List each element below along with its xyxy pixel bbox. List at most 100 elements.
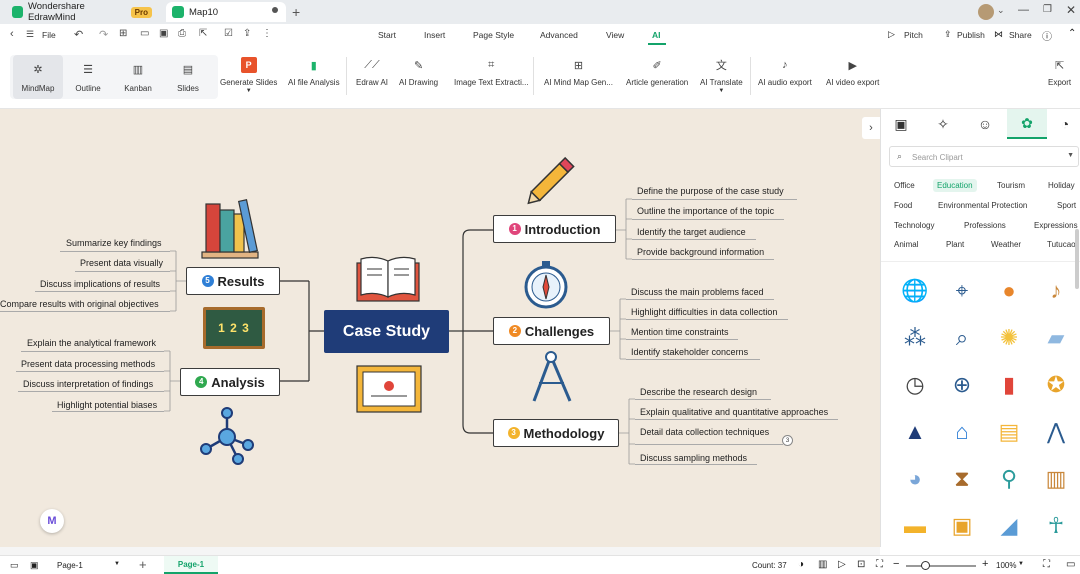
page-selector[interactable]: Page-1 ▼ [52, 559, 122, 572]
play-icon[interactable]: ▷ [838, 559, 846, 570]
zoom-level[interactable]: 100% [996, 561, 1016, 570]
unsaved-dot-icon[interactable] [272, 7, 278, 13]
books-icon[interactable] [200, 198, 264, 260]
panel-tab-clipart[interactable]: ✿ [1007, 109, 1047, 139]
subtopic[interactable]: Describe the research design [640, 387, 757, 397]
school-icon[interactable]: ⌂ [947, 417, 977, 447]
panel-scrollbar[interactable] [1075, 229, 1079, 289]
subtopic[interactable]: Explain qualitative and quantitative app… [640, 407, 828, 417]
menu-start[interactable]: Start [378, 30, 396, 40]
export-small-icon[interactable]: ⇱ [199, 28, 207, 39]
zoom-in-icon[interactable]: + [982, 558, 988, 570]
app-tab[interactable]: Wondershare EdrawMind Pro [6, 1, 158, 23]
search-dropdown-icon[interactable]: ▼ [1067, 152, 1074, 159]
telescope-icon[interactable]: ⌖ [947, 276, 977, 306]
close-window-icon[interactable]: ✕ [1066, 3, 1076, 17]
category-education[interactable]: Education [933, 179, 977, 192]
subtopic[interactable]: Explain the analytical framework [27, 338, 156, 348]
print-icon[interactable]: ⎙ [178, 28, 186, 39]
window-mode-icon[interactable]: ▭ [1066, 559, 1075, 570]
subtopic[interactable]: Discuss implications of results [40, 279, 160, 289]
molecule-icon[interactable]: ⁂ [900, 323, 930, 353]
panel-tab-history[interactable]: ◔ [1049, 109, 1080, 139]
menu-advanced[interactable]: Advanced [540, 30, 578, 40]
lightbulb-icon[interactable]: ✺ [994, 323, 1024, 353]
article-generation-button[interactable]: ✐ Article generation [626, 57, 688, 88]
globe-icon[interactable]: 🌐 [900, 276, 930, 306]
figure-icon[interactable]: ☥ [1041, 511, 1071, 541]
menu-insert[interactable]: Insert [424, 30, 445, 40]
subtopic[interactable]: Summarize key findings [66, 238, 162, 248]
panel-tab-marks[interactable]: ☺ [965, 109, 1005, 139]
ai-file-analysis-button[interactable]: ▮ AI file Analysis [288, 57, 340, 88]
category-animal[interactable]: Animal [894, 240, 918, 249]
kanban-view-button[interactable]: ▥ Kanban [113, 55, 163, 99]
graduation-cap-icon[interactable]: ▲ [900, 417, 930, 447]
subtopic[interactable]: Present data visually [80, 258, 163, 268]
subtopic[interactable]: Highlight difficulties in data collectio… [631, 307, 777, 317]
ai-mindmap-gen-button[interactable]: ⊞ AI Mind Map Gen... [544, 57, 613, 88]
page-view-icon[interactable]: ▣ [30, 560, 39, 571]
collapsed-count-badge[interactable]: 3 [782, 435, 793, 446]
new-tab-icon[interactable]: + [292, 4, 300, 20]
subtopic[interactable]: Highlight potential biases [57, 400, 157, 410]
menu-ai[interactable]: AI [652, 30, 661, 40]
central-topic[interactable]: Case Study [324, 310, 449, 353]
generate-slides-button[interactable]: P Generate Slides ▼ [220, 57, 277, 94]
category-plant[interactable]: Plant [946, 240, 964, 249]
subtopic[interactable]: Define the purpose of the case study [637, 186, 784, 196]
edraw-ai-button[interactable]: ⟋⟋ Edraw AI [356, 57, 388, 88]
subtopic[interactable]: Identify stakeholder concerns [631, 347, 748, 357]
topic-introduction[interactable]: 1 Introduction [493, 215, 616, 243]
notebook-icon[interactable]: ▣ [947, 511, 977, 541]
utility-knife-icon[interactable]: ◢ [994, 511, 1024, 541]
basketball-icon[interactable]: ● [994, 276, 1024, 306]
ai-translate-button[interactable]: 文 AI Translate ▼ [700, 57, 743, 94]
help-icon[interactable]: ⓘ [1042, 28, 1052, 43]
slides-view-button[interactable]: ▤ Slides [163, 55, 213, 99]
undo-icon[interactable]: ↶ [74, 28, 83, 41]
subtopic[interactable]: Discuss interpretation of findings [23, 379, 153, 389]
panel-toggle-icon[interactable]: ▭ [10, 560, 19, 571]
category-food[interactable]: Food [894, 201, 912, 210]
ai-video-export-button[interactable]: ▶ AI video export [826, 57, 879, 88]
topic-challenges[interactable]: 2 Challenges [493, 317, 610, 345]
category-tourism[interactable]: Tourism [997, 181, 1025, 190]
fullscreen-small-icon[interactable]: ⛶ [876, 559, 883, 570]
certificate-icon[interactable] [355, 364, 423, 414]
zoom-slider-handle[interactable] [921, 561, 930, 570]
zoom-out-icon[interactable]: − [893, 558, 899, 570]
save-icon[interactable]: ▣ [159, 28, 168, 39]
outline-view-button[interactable]: ☰ Outline [63, 55, 113, 99]
collapse-ribbon-icon[interactable]: ⌃ [1068, 28, 1076, 39]
new-icon[interactable]: ⊞ [119, 28, 127, 39]
medal-icon[interactable]: ✪ [1041, 370, 1071, 400]
publish-button[interactable]: Publish [957, 30, 985, 40]
menu-page-style[interactable]: Page Style [473, 30, 514, 40]
check-icon[interactable]: ☑ [224, 28, 233, 39]
compass-icon[interactable]: ⊕ [947, 370, 977, 400]
fit-icon[interactable]: ⊡ [857, 559, 865, 570]
share-small-icon[interactable]: ⇪ [243, 28, 251, 39]
more-icon[interactable]: ⋮ [262, 28, 272, 39]
subtopic[interactable]: Discuss sampling methods [640, 453, 747, 463]
panel-tab-format[interactable]: ▣ [881, 109, 921, 139]
ai-audio-export-button[interactable]: ♪ AI audio export [758, 57, 812, 87]
topic-methodology[interactable]: 3 Methodology [493, 419, 619, 447]
subtopic[interactable]: Detail data collection techniques [640, 427, 769, 437]
panel-tab-ai[interactable]: ✧ [923, 109, 963, 139]
subtopic[interactable]: Identify the target audience [637, 227, 746, 237]
subtopic[interactable]: Mention time constraints [631, 327, 729, 337]
share-button[interactable]: Share [1009, 30, 1032, 40]
molecule-icon[interactable] [198, 405, 256, 465]
add-page-icon[interactable]: + [139, 557, 147, 572]
certificate-icon[interactable]: ▤ [994, 417, 1024, 447]
category-technology[interactable]: Technology [894, 221, 934, 230]
topic-results[interactable]: 5 Results [186, 267, 280, 295]
hourglass-icon[interactable]: ⧗ [947, 464, 977, 494]
compass-icon[interactable] [522, 259, 570, 311]
category-environmental-protection[interactable]: Environmental Protection [938, 201, 1027, 210]
zoom-slider[interactable] [906, 565, 976, 567]
page-tab[interactable]: Page-1 [164, 556, 218, 574]
zoom-dropdown-icon[interactable]: ▼ [1018, 561, 1024, 567]
